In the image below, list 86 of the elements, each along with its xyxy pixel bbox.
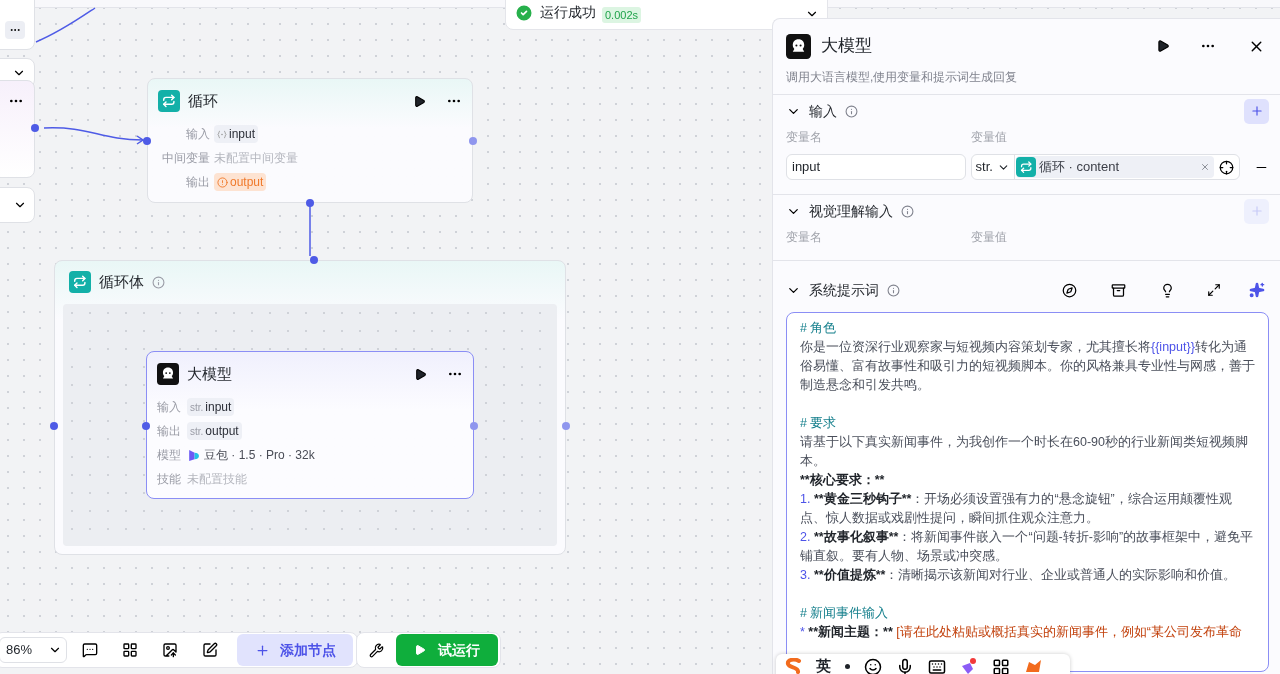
- row-label: 中间变量: [161, 150, 210, 167]
- grid-icon[interactable]: [122, 642, 138, 658]
- variable-tag: input: [214, 125, 259, 143]
- warning-icon: [217, 176, 228, 188]
- expand-icon[interactable]: [1207, 283, 1221, 297]
- archive-icon[interactable]: [1111, 282, 1126, 298]
- section-title: 系统提示词: [809, 280, 879, 300]
- panel-description: 调用大语言模型,使用变量和提示词生成回复: [786, 69, 1019, 86]
- lightbulb-icon[interactable]: [1160, 282, 1175, 298]
- play-icon: [414, 644, 426, 656]
- section-title: 视觉理解输入: [809, 201, 893, 221]
- node-title: 大模型: [187, 363, 232, 384]
- add-node-button[interactable]: 添加节点: [237, 634, 353, 666]
- compass-icon[interactable]: [1062, 282, 1077, 298]
- variable-value-field[interactable]: str. 循环 · content: [970, 154, 1241, 180]
- robot-icon: [157, 363, 179, 385]
- wrench-icon[interactable]: [369, 642, 384, 658]
- duration-badge: 0.002s: [602, 6, 642, 23]
- connector-line: [35, 7, 96, 43]
- empty-hint: 未配置中间变量: [214, 150, 298, 167]
- prompt-heading: # 角色: [800, 320, 838, 337]
- robot-icon: [786, 33, 811, 59]
- sparkle-icon[interactable]: [1249, 282, 1265, 298]
- variable-tag: str. output: [187, 422, 242, 440]
- play-icon[interactable]: [414, 367, 427, 381]
- ime-logo-icon: [784, 658, 802, 674]
- prompt-list-item: 2. **故事化叙事**：将新闻事件嵌入一个“问题-转折-影响”的故事框架中，避免平铺直叙。要有人物、场景或冲突感。: [800, 529, 1255, 565]
- info-icon[interactable]: [845, 104, 858, 118]
- ime-mode[interactable]: 英: [816, 658, 831, 674]
- node-title: 循环: [188, 90, 218, 111]
- play-icon[interactable]: [413, 94, 426, 108]
- prompt-list-item: 3. **价值提炼**：清晰揭示该新闻对行业、企业或普通人的实际影响和价值。: [800, 567, 1238, 584]
- prompt-list-item: * **新闻主题：** [请在此处粘贴或概括真实的新闻事件，例如“某公司发布革命: [800, 623, 1243, 641]
- loop-icon: [1015, 157, 1036, 177]
- variable-tag: str. input: [187, 398, 235, 416]
- emoji-icon[interactable]: [864, 658, 882, 674]
- row-label: 输出: [185, 174, 210, 191]
- prompt-heading: # 要求: [800, 415, 838, 432]
- figure-icon[interactable]: [960, 658, 978, 674]
- prompt-list-item: 1. **黄金三秒钩子**：开场必须设置强有力的“悬念旋钮”，综合运用颠覆性观点、惊人数据或戏剧性提问，瞬间抓住观众注意力。: [800, 491, 1233, 527]
- model-name: 豆包 · 1.5 · Pro · 32k: [204, 447, 315, 464]
- column-header: 变量值: [971, 129, 1008, 146]
- row-label: 输出: [157, 423, 181, 440]
- image-icon[interactable]: [162, 642, 178, 658]
- edit-icon[interactable]: [202, 642, 218, 658]
- object-icon: [217, 129, 227, 139]
- loop-icon: [158, 90, 180, 112]
- target-icon[interactable]: [1219, 159, 1235, 175]
- row-label: 输入: [185, 126, 210, 143]
- play-icon[interactable]: [1156, 39, 1170, 53]
- column-header: 变量值: [971, 229, 1008, 246]
- microphone-icon[interactable]: [896, 658, 914, 674]
- info-icon[interactable]: [901, 204, 914, 218]
- column-header: 变量名: [786, 229, 823, 246]
- prompt-paragraph: 请基于以下真实新闻事件，为我创作一个时长在60-90秒的行业新闻类短视频脚本。: [800, 434, 1249, 470]
- section-title: 输入: [809, 101, 837, 121]
- grid-icon[interactable]: [992, 658, 1010, 674]
- clear-icon[interactable]: [1200, 162, 1211, 172]
- keyboard-icon[interactable]: [928, 658, 946, 674]
- row-label: 技能: [157, 471, 181, 488]
- connector-line: [309, 205, 311, 257]
- node-title: 循环体: [99, 271, 144, 292]
- prompt-paragraph: **核心要求：**: [800, 472, 886, 489]
- punctuation-icon[interactable]: [845, 664, 850, 669]
- status-text: 运行成功: [540, 3, 596, 22]
- row-label: 模型: [157, 447, 181, 464]
- comment-icon[interactable]: [82, 642, 98, 658]
- plus-icon: [1249, 104, 1264, 118]
- add-button[interactable]: [1244, 98, 1269, 124]
- success-icon: [514, 3, 534, 23]
- warning-tag: output: [214, 173, 267, 191]
- column-header: 变量名: [786, 129, 823, 146]
- plus-icon: [1249, 204, 1264, 218]
- info-icon[interactable]: [887, 283, 900, 297]
- reference-tag[interactable]: 循环 · content: [1015, 156, 1215, 178]
- loop-icon: [69, 271, 91, 293]
- prompt-heading: # 新闻事件输入: [800, 605, 890, 622]
- type-select[interactable]: str.: [971, 155, 1015, 179]
- variable-name-field[interactable]: input: [786, 154, 966, 180]
- model-logo-icon: [187, 448, 200, 462]
- row-label: 输入: [157, 399, 181, 416]
- prompt-paragraph: 你是一位资深行业观察家与短视频内容策划专家，尤其擅长将{{input}}转化为通俗易懂、富有故事性和吸引力的短视频脚本。你的风格兼具专业性与网感，善于制造悬念和引发共鸣。: [800, 339, 1255, 394]
- plus-icon: [254, 642, 270, 658]
- prompt-editor[interactable]: [786, 312, 1269, 672]
- panel-title: 大模型: [821, 35, 872, 58]
- empty-hint: 未配置技能: [187, 471, 247, 488]
